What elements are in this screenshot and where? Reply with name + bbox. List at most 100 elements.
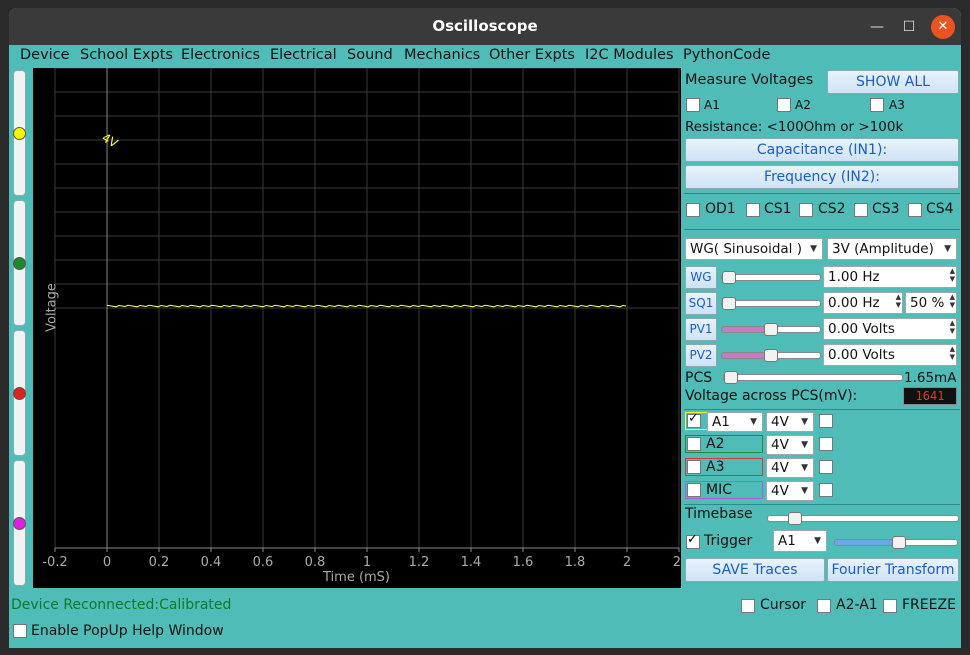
- cs2-label: CS2: [818, 201, 846, 217]
- timebase-slider[interactable]: [767, 512, 959, 525]
- offset-slider-a3[interactable]: [13, 330, 26, 456]
- save-traces-button[interactable]: SAVE Traces: [685, 558, 825, 582]
- capacitance-button[interactable]: Capacitance (IN1):: [685, 138, 959, 162]
- chevron-down-icon: ▼: [801, 417, 808, 427]
- cs4-checkbox[interactable]: [908, 203, 922, 217]
- sq1-duty-field[interactable]: 50 % ▲ ▼: [905, 292, 957, 314]
- pv1-field[interactable]: 0.00 Volts ▲ ▼: [823, 318, 957, 340]
- pv2-button[interactable]: PV2: [685, 344, 717, 367]
- x-tick-label: 1.2: [409, 555, 430, 570]
- oscilloscope-window: Oscilloscope — ☐ ✕ Device School Expts E…: [9, 8, 961, 648]
- separator: [684, 504, 960, 505]
- x-tick-label: 1.6: [513, 555, 534, 570]
- plot-svg: -0.2 0 0.2 0.4 0.6 0.8 1 1.2 1.4 1.6 1.8 2 2. 4V: [42, 68, 681, 570]
- pcs-voltage-label: Voltage across PCS(mV):: [685, 388, 858, 404]
- x-tick-label: -0.2: [42, 555, 67, 570]
- a2-measure-label: A2: [795, 98, 811, 112]
- channel-a2-checkbox[interactable]: [687, 437, 701, 451]
- menu-other-expts[interactable]: Other Expts: [489, 47, 575, 63]
- menu-device[interactable]: Device: [20, 47, 70, 63]
- minimize-icon[interactable]: —: [865, 15, 889, 39]
- x-tick-label: 0.2: [149, 555, 170, 570]
- chevron-down-icon: ▼: [814, 536, 821, 546]
- menu-i2c-modules[interactable]: I2C Modules: [585, 47, 674, 63]
- channel-a1-fit-checkbox[interactable]: [819, 414, 833, 428]
- a2-a1-checkbox[interactable]: [817, 599, 831, 613]
- channel-mic-range: 4V: [771, 483, 789, 499]
- cs1-checkbox[interactable]: [746, 203, 760, 217]
- maximize-icon[interactable]: ☐: [897, 15, 921, 39]
- pv2-field[interactable]: 0.00 Volts ▲ ▼: [823, 344, 957, 366]
- freeze-checkbox[interactable]: [883, 599, 897, 613]
- a1-measure-checkbox[interactable]: [686, 98, 700, 112]
- cursor-checkbox[interactable]: [741, 599, 755, 613]
- channel-mic-name: MIC: [706, 482, 732, 498]
- channel-a2-name: A2: [706, 436, 725, 452]
- channel-a3-checkbox[interactable]: [687, 460, 701, 474]
- channel-a2-fit-checkbox[interactable]: [819, 437, 833, 451]
- pv1-slider[interactable]: [721, 323, 821, 336]
- wg-frequency-slider[interactable]: [721, 271, 821, 284]
- wg-button[interactable]: WG: [685, 266, 717, 289]
- spin-arrows-icon[interactable]: ▲ ▼: [896, 293, 901, 309]
- offset-slider-mic[interactable]: [13, 460, 26, 586]
- channel-mic-checkbox[interactable]: [687, 483, 701, 497]
- trigger-level-slider[interactable]: [834, 536, 958, 549]
- cs3-checkbox[interactable]: [854, 203, 868, 217]
- channel-a3-range-select[interactable]: 4V ▼: [766, 458, 814, 478]
- channel-a1-range-select[interactable]: 4V ▼: [766, 412, 814, 432]
- sq1-frequency-slider[interactable]: [721, 297, 821, 310]
- cs2-checkbox[interactable]: [799, 203, 813, 217]
- spin-arrows-icon[interactable]: ▲ ▼: [950, 267, 955, 283]
- wg-mode-select[interactable]: WG( Sinusoidal ) ▼: [685, 238, 823, 260]
- menu-pythoncode[interactable]: PythonCode: [683, 47, 770, 63]
- fourier-transform-button[interactable]: Fourier Transform: [827, 558, 959, 582]
- trigger-source-select[interactable]: A1 ▼: [773, 530, 827, 552]
- status-message: Device Reconnected:Calibrated: [11, 597, 232, 613]
- od1-checkbox[interactable]: [686, 203, 700, 217]
- wg-frequency-field[interactable]: 1.00 Hz ▲ ▼: [823, 266, 957, 288]
- trigger-checkbox[interactable]: [686, 532, 700, 549]
- od1-label: OD1: [705, 201, 736, 217]
- resistance-label: Resistance: <100Ohm or >100k: [685, 119, 904, 135]
- pcs-slider[interactable]: [723, 371, 903, 384]
- measure-voltages-label: Measure Voltages: [685, 72, 814, 88]
- menu-school-expts[interactable]: School Expts: [80, 47, 173, 63]
- wg-amplitude-select[interactable]: 3V (Amplitude) ▼: [827, 238, 957, 260]
- cursor-label: Cursor: [760, 597, 807, 613]
- menu-sound[interactable]: Sound: [347, 47, 393, 63]
- scope-plot[interactable]: -0.2 0 0.2 0.4 0.6 0.8 1 1.2 1.4 1.6 1.8 2 2. 4V Vol…: [33, 68, 681, 588]
- x-tick-label: 1.4: [461, 555, 482, 570]
- spin-arrows-icon[interactable]: ▲ ▼: [950, 293, 955, 309]
- channel-a2-range-select[interactable]: 4V ▼: [766, 435, 814, 455]
- sq1-frequency-field[interactable]: 0.00 Hz ▲ ▼: [823, 292, 903, 314]
- wg-amplitude-value: 3V (Amplitude): [832, 241, 934, 257]
- pv2-slider[interactable]: [721, 349, 821, 362]
- pv1-button[interactable]: PV1: [685, 318, 717, 341]
- a3-measure-checkbox[interactable]: [870, 98, 884, 112]
- spin-arrows-icon[interactable]: ▲ ▼: [950, 345, 955, 361]
- offset-slider-a1[interactable]: [13, 70, 26, 196]
- menu-mechanics[interactable]: Mechanics: [404, 47, 480, 63]
- x-tick-label: 2: [623, 555, 631, 570]
- close-icon[interactable]: ✕: [931, 15, 955, 39]
- offset-slider-a2[interactable]: [13, 200, 26, 326]
- a2-measure-checkbox[interactable]: [777, 98, 791, 112]
- popup-help-checkbox[interactable]: [13, 624, 27, 638]
- channel-a1-checkbox[interactable]: [687, 411, 701, 428]
- spin-arrows-icon[interactable]: ▲ ▼: [950, 319, 955, 335]
- channel-a1-select[interactable]: A1 ▼: [707, 412, 763, 432]
- a3-measure-label: A3: [889, 98, 905, 112]
- chevron-down-icon: ▼: [801, 440, 808, 450]
- frequency-button[interactable]: Frequency (IN2):: [685, 165, 959, 189]
- channel-mic-fit-checkbox[interactable]: [819, 483, 833, 497]
- freeze-label: FREEZE: [902, 597, 956, 613]
- menu-electronics[interactable]: Electronics: [181, 47, 260, 63]
- show-all-button[interactable]: SHOW ALL: [827, 70, 959, 94]
- channel-a3-name: A3: [706, 459, 725, 475]
- channel-a3-fit-checkbox[interactable]: [819, 460, 833, 474]
- menu-electrical[interactable]: Electrical: [270, 47, 337, 63]
- channel-mic-range-select[interactable]: 4V ▼: [766, 481, 814, 501]
- sq1-button[interactable]: SQ1: [685, 292, 717, 315]
- chevron-down-icon: ▼: [801, 463, 808, 473]
